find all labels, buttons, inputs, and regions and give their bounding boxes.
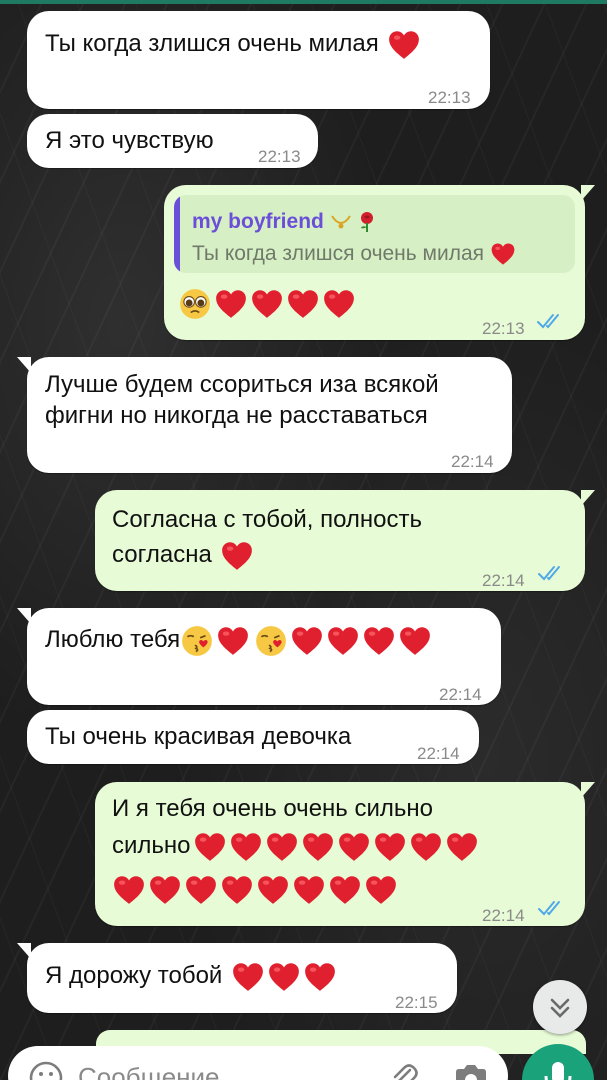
heart-icon — [398, 624, 432, 658]
heart-icon — [286, 287, 320, 321]
heart-icon — [112, 873, 146, 907]
incoming-message[interactable]: Лучше будем ссориться иза всякой фигни н… — [17, 357, 512, 473]
heart-icon — [322, 287, 356, 321]
voice-message-button[interactable] — [522, 1044, 594, 1080]
heart-icon — [193, 830, 227, 864]
heart-icon — [445, 830, 479, 864]
app-bar-edge — [0, 0, 607, 4]
heart-icon — [362, 624, 396, 658]
message-time: 22:13 — [482, 319, 525, 338]
heart-icon — [387, 28, 421, 62]
message-text-line: Лучше будем ссориться иза всякой — [45, 371, 439, 398]
pleading-face-icon — [178, 287, 212, 321]
incoming-message[interactable]: Я это чувствую 22:13 — [27, 114, 318, 168]
message-text: Я это чувствую — [45, 127, 214, 154]
heart-icon — [409, 830, 443, 864]
quoted-author: my boyfriend — [192, 210, 324, 233]
heart-icon — [490, 241, 516, 267]
message-input[interactable] — [78, 1060, 338, 1080]
message-time: 22:13 — [258, 147, 301, 166]
heart-icon — [250, 287, 284, 321]
heart-icon — [214, 287, 248, 321]
message-time: 22:14 — [417, 744, 460, 763]
message-time: 22:14 — [482, 906, 525, 925]
heart-icon — [256, 873, 290, 907]
kissing-face-icon — [254, 624, 288, 658]
message-text: Ты когда злишся очень милая — [45, 30, 379, 57]
heart-icon — [216, 624, 250, 658]
heart-icon — [290, 624, 324, 658]
outgoing-message[interactable]: my boyfriend Ты когда злишся очень милая… — [164, 185, 595, 340]
chevron-double-down-icon — [550, 998, 570, 1018]
heart-icon — [364, 873, 398, 907]
message-text: Ты очень красивая девочка — [45, 723, 352, 750]
message-time: 22:14 — [451, 452, 494, 471]
message-text-line: Согласна с тобой, полность — [112, 506, 423, 533]
message-time: 22:13 — [428, 88, 471, 107]
message-text-line: согласна — [112, 541, 212, 568]
heart-icon — [148, 873, 182, 907]
message-text: Люблю тебя — [45, 626, 181, 653]
incoming-message[interactable]: Я дорожу тобой 22:15 — [17, 943, 457, 1013]
quoted-text: Ты когда злишся очень милая — [192, 242, 485, 265]
heart-icon — [220, 873, 254, 907]
message-time: 22:15 — [395, 993, 438, 1012]
message-time: 22:14 — [439, 685, 482, 704]
heart-icon — [301, 830, 335, 864]
double-check-icon — [537, 899, 565, 917]
heart-icon — [326, 624, 360, 658]
microphone-icon — [544, 1062, 572, 1080]
heart-icon — [303, 960, 337, 994]
kissing-face-icon — [180, 624, 214, 658]
quoted-message[interactable]: my boyfriend Ты когда злишся очень милая — [174, 195, 575, 273]
outgoing-message[interactable]: И я тебя очень очень сильно сильно 22:14 — [95, 782, 595, 926]
heart-icon — [184, 873, 218, 907]
incoming-message[interactable]: Ты когда злишся очень милая 22:13 — [27, 11, 490, 109]
heart-icon — [265, 830, 299, 864]
double-check-icon — [537, 564, 565, 582]
heart-icon — [328, 873, 362, 907]
heart-icon — [220, 539, 254, 573]
quote-bar — [174, 195, 180, 273]
necklace-icon — [330, 215, 351, 229]
emoji-icon[interactable] — [26, 1058, 66, 1080]
heart-icon — [231, 960, 265, 994]
outgoing-message[interactable]: Согласна с тобой, полность согласна 22:1… — [95, 490, 595, 591]
heart-icon — [373, 830, 407, 864]
incoming-message[interactable]: Ты очень красивая девочка 22:14 — [27, 710, 479, 764]
message-text: Я дорожу тобой — [45, 962, 223, 989]
heart-icon — [292, 873, 326, 907]
rose-icon — [360, 212, 373, 233]
camera-icon[interactable] — [452, 1062, 490, 1080]
scroll-to-bottom-button[interactable] — [533, 980, 587, 1034]
heart-icon — [229, 830, 263, 864]
message-time: 22:14 — [482, 571, 525, 590]
heart-icon — [337, 830, 371, 864]
message-composer[interactable] — [8, 1046, 508, 1080]
message-text-line: сильно — [112, 832, 191, 859]
attach-icon[interactable] — [386, 1060, 422, 1080]
incoming-message[interactable]: Люблю тебя 22:14 — [17, 608, 501, 705]
double-check-icon — [536, 312, 564, 330]
heart-icon — [267, 960, 301, 994]
message-text-line: И я тебя очень очень сильно — [112, 795, 433, 822]
message-text-line: фигни но никогда не расставаться — [45, 402, 428, 429]
